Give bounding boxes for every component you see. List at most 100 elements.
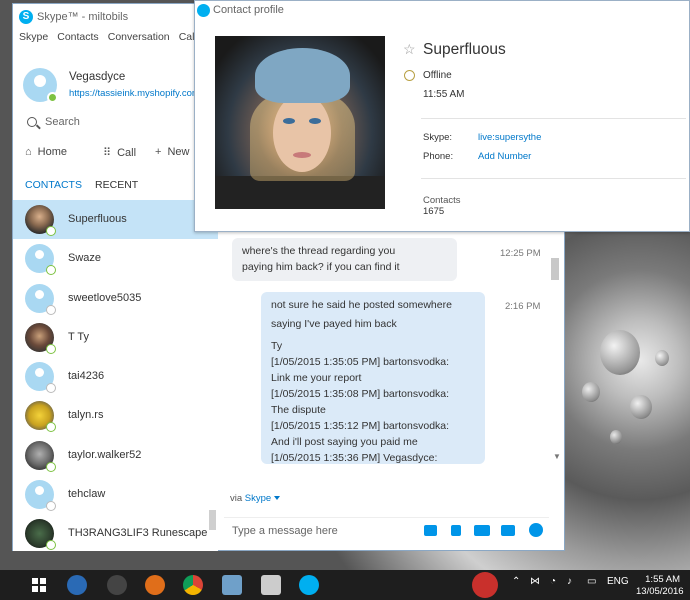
profile-photo-part [293,152,311,158]
message-composer[interactable]: Type a message here [224,517,549,543]
call-button[interactable]: ⠿ Call [103,146,136,159]
contact-row[interactable]: tehclaw [13,475,218,514]
app-icon[interactable] [107,575,127,595]
pasted-line: And i'll post saying you paid me [271,436,418,448]
message-line: not sure he said he posted somewhere [271,299,452,311]
via-skype-selector[interactable]: via Skype [230,493,281,504]
window-title: Skype™ - miltobils [37,11,129,23]
skype-logo-icon: S [19,10,33,24]
add-number-link[interactable]: Add Number [478,151,531,162]
pasted-line: [1/05/2015 1:35:12 PM] bartonsvodka: [271,420,450,432]
menu-conversation[interactable]: Conversation [108,31,170,43]
call-label: Call [117,147,137,159]
nav-row: ⌂ Home ⠿ Call + New [25,146,215,162]
menu-skype[interactable]: Skype [19,31,48,43]
menu-contacts[interactable]: Contacts [57,31,98,43]
language-indicator[interactable]: ENG [607,576,629,587]
file-send-icon[interactable] [451,525,461,536]
firefox-icon[interactable] [145,575,165,595]
skype-taskbar-icon[interactable] [299,575,319,595]
message-input[interactable]: Type a message here [232,525,338,537]
network-icon[interactable]: ⋈ [530,576,540,587]
conversation-scrollbar[interactable] [551,258,559,280]
home-button[interactable]: ⌂ Home [25,146,67,158]
profile-status: Offline [423,70,452,81]
start-button-icon[interactable] [29,575,49,595]
new-button[interactable]: + New [155,146,189,158]
divider [421,178,686,179]
pasted-line: The dispute [271,404,326,416]
contact-row[interactable]: T Ty [13,318,218,357]
contact-row[interactable]: taylor.walker52 [13,436,218,475]
chevron-down-icon [274,496,281,501]
contact-name: tai4236 [68,370,105,383]
emoticon-icon[interactable] [529,523,543,537]
pasted-line: Link me your report [271,372,362,384]
notification-app-icon[interactable] [472,572,498,598]
system-clock[interactable]: 1:55 AM 13/05/2016 [636,574,684,598]
contact-name: sweetlove5035 [68,291,142,304]
unknown-status-icon [46,304,56,315]
phone-label: Phone: [423,151,454,162]
contacts-count: 1675 [423,206,445,217]
tab-recent[interactable]: RECENT [95,179,138,191]
contact-name: Swaze [68,252,102,265]
contact-row[interactable]: Swaze [13,239,218,278]
pasted-line: [1/05/2015 1:35:36 PM] Vegasdyce: [271,452,438,464]
contact-name: taylor.walker52 [68,448,142,461]
message-line: paying him back? if you can find it [242,261,400,273]
contact-row[interactable]: talyn.rs [13,396,218,435]
image-send-icon[interactable] [424,525,437,536]
contact-list: Superfluous Swaze sweetlove5035 T Ty tai [13,200,218,550]
skype-logo-icon [197,4,210,17]
contact-name: Superfluous [68,213,127,225]
contact-list-scrollbar[interactable] [209,510,216,530]
video-message-icon[interactable] [474,525,490,536]
home-label: Home [37,146,67,158]
unknown-status-icon [46,501,56,512]
via-service: Skype [244,493,272,504]
contact-row[interactable]: TH3RANG3LIF3 Runescape [13,514,218,550]
tray-chevron-up-icon[interactable]: ⌃ [512,576,520,587]
scroll-down-icon[interactable]: ▼ [553,452,561,461]
profile-photo-part [283,118,295,124]
contact-row[interactable]: sweetlove5035 [13,279,218,318]
online-status-icon [47,92,58,103]
wallpaper-droplet [600,330,640,375]
skype-id-value[interactable]: live:supersythe [478,132,541,143]
divider [421,118,686,119]
skype-id-label: Skype: [423,132,453,143]
profile-photo [215,36,385,209]
tab-contacts[interactable]: CONTACTS [25,179,82,191]
app-icon[interactable] [261,575,281,595]
pasted-line: [1/05/2015 1:35:08 PM] bartonsvodka: [271,388,450,400]
offline-status-icon [404,70,415,81]
dialpad-icon: ⠿ [103,147,112,159]
volume-icon[interactable]: ♪ [567,576,572,587]
sidebar: Vegasdyce https://tassieink.myshopify.co… [13,48,218,551]
search-input[interactable]: Search [27,114,212,134]
chrome-icon[interactable] [183,575,203,595]
clock-date: 13/05/2016 [636,586,684,597]
plus-icon: + [155,146,162,158]
action-center-icon[interactable]: ▭ [587,576,596,587]
app-icon[interactable] [67,575,87,595]
favorite-star-icon[interactable]: ☆ [403,41,416,58]
contacts-label: Contacts [423,195,461,206]
app-icon[interactable] [222,575,242,595]
wifi-icon[interactable]: ◔ [550,576,556,587]
unknown-status-icon [46,383,56,394]
pasted-line: Ty [271,340,283,352]
contact-row[interactable]: Superfluous [13,200,218,240]
pasted-line: [1/05/2015 1:35:05 PM] bartonsvodka: [271,356,450,368]
message-time: 12:25 PM [500,248,541,259]
mood-message-link[interactable]: https://tassieink.myshopify.com [69,88,200,99]
contact-row[interactable]: tai4236 [13,357,218,396]
wallpaper-droplet [655,350,669,366]
via-label: via [230,493,243,504]
search-icon [27,117,37,127]
profile-name: Superfluous [423,41,506,58]
message-line: saying I've payed him back [271,318,397,330]
contact-name: talyn.rs [68,409,104,422]
contact-card-icon[interactable] [501,525,515,536]
